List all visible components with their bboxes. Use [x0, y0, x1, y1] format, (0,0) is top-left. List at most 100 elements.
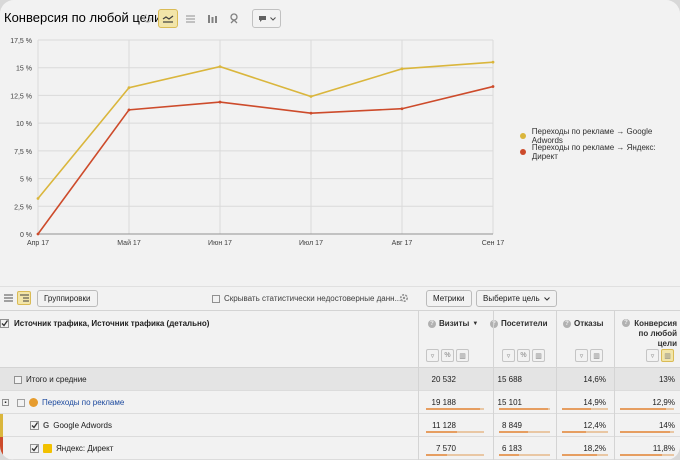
legend-item-google[interactable]: Переходы по рекламе → Google Adwords — [520, 127, 680, 145]
data-point — [400, 67, 404, 71]
chevron-down-icon — [269, 16, 276, 21]
conversion-bar — [620, 431, 674, 433]
bounces-bar — [562, 454, 608, 456]
cell-visits: 20 532 — [431, 375, 456, 384]
column-header-conversion[interactable]: ? Конверсия по любой цели — [622, 319, 678, 349]
legend-dot — [520, 133, 526, 139]
visitors-bar — [499, 431, 550, 433]
bar-chart-icon[interactable]: ▥ — [590, 349, 603, 362]
filter-icon[interactable]: ▿ — [646, 349, 659, 362]
select-all-checkbox-icon[interactable] — [0, 319, 9, 328]
cell-conversion: 13% — [658, 375, 675, 384]
hide-unreliable-checkbox[interactable]: Скрывать статистически недостоверные дан… — [212, 294, 401, 303]
column-label: Посетители — [501, 319, 548, 328]
divider — [418, 311, 419, 369]
help-icon: ? — [490, 319, 498, 328]
column-header-visitors[interactable]: ? Посетители — [490, 319, 548, 328]
conversion-bar — [620, 408, 674, 410]
metrics-button[interactable]: Метрики — [426, 290, 472, 307]
legend-item-direct[interactable]: Переходы по рекламе → Яндекс: Директ — [520, 143, 680, 161]
row-checkbox[interactable] — [14, 375, 22, 384]
filter-icon[interactable]: ▿ — [502, 349, 515, 362]
y-tick-label: 7,5 % — [14, 149, 32, 156]
hide-unreliable-label: Скрывать статистически недостоверные дан… — [224, 294, 402, 303]
help-icon: ? — [428, 319, 436, 328]
bar-chart-icon[interactable]: ▥ — [532, 349, 545, 362]
cell-bounces: 18,2% — [583, 444, 606, 453]
line-chart-icon[interactable] — [158, 9, 178, 28]
y-tick-label: 10 % — [16, 121, 32, 128]
legend-dot — [520, 149, 526, 155]
x-tick-label: Июн 17 — [208, 240, 232, 247]
bar-fill — [562, 408, 591, 410]
row-checkbox-checked-icon[interactable] — [30, 421, 39, 430]
map-icon[interactable] — [224, 9, 244, 28]
row-label[interactable]: Google Adwords — [53, 421, 112, 430]
tree-view-icon[interactable] — [17, 291, 31, 305]
conversion-column-tools: ▿ ▥ — [646, 349, 674, 362]
divider — [614, 311, 615, 369]
series-line-1 — [37, 85, 494, 235]
data-point — [309, 111, 313, 115]
percent-icon[interactable]: % — [517, 349, 530, 362]
bar-fill — [426, 408, 480, 410]
y-tick-label: 17,5 % — [10, 38, 32, 45]
bounces-column-tools: ▿ ▥ — [575, 349, 603, 362]
bar-fill — [499, 431, 528, 433]
data-point — [127, 108, 131, 112]
divider — [418, 368, 419, 460]
row-label[interactable]: Яндекс: Директ — [56, 444, 113, 453]
row-label-cell: Яндекс: Директ — [30, 444, 113, 453]
bar-chart-icon[interactable] — [202, 9, 222, 28]
cell-bounces: 12,4% — [583, 421, 606, 430]
filter-icon[interactable]: ▿ — [426, 349, 439, 362]
bar-fill — [620, 454, 663, 456]
legend-label: Переходы по рекламе → Яндекс: Директ — [531, 143, 656, 161]
row-label[interactable]: Переходы по рекламе — [42, 398, 124, 407]
cell-conversion: 11,8% — [652, 444, 675, 453]
chart-legend: Переходы по рекламе → Google Adwords Пер… — [520, 127, 680, 161]
percent-icon[interactable]: % — [441, 349, 454, 362]
bar-chart-icon[interactable]: ▥ — [661, 349, 674, 362]
filter-icon[interactable]: ▿ — [575, 349, 588, 362]
data-point — [400, 107, 404, 111]
sort-desc-icon: ▼ — [472, 320, 479, 327]
bar-fill — [426, 454, 448, 456]
cell-visits: 7 570 — [435, 444, 456, 453]
settings-icon[interactable] — [397, 291, 411, 305]
list-view-icon[interactable] — [1, 291, 15, 305]
bar-chart-icon[interactable]: ▥ — [456, 349, 469, 362]
visits-bar — [426, 431, 484, 433]
bar-fill — [620, 431, 671, 433]
table-row[interactable]: ▪ Переходы по рекламе 19 188 15 101 14,9… — [0, 391, 680, 414]
refresh-icon[interactable] — [137, 9, 157, 28]
column-label: Конверсия по любой цели — [634, 319, 677, 348]
groupings-button[interactable]: Группировки — [37, 290, 98, 307]
y-tick-label: 15 % — [16, 66, 32, 73]
table-row-total: Итого и средние 20 532 15 688 14,6% 13% — [0, 368, 680, 391]
collapse-toggle-icon[interactable]: ▪ — [2, 399, 9, 406]
row-checkbox[interactable] — [17, 398, 25, 407]
visits-column-tools: ▿ % ▥ — [426, 349, 469, 362]
data-point — [127, 86, 131, 90]
x-tick-label: Май 17 — [117, 239, 141, 247]
checkbox[interactable] — [212, 294, 220, 303]
choose-goal-button[interactable]: Выберите цель — [476, 290, 557, 307]
column-header-visits[interactable]: ? Визиты ▼ — [428, 319, 478, 328]
dimension-header[interactable]: Источник трафика, Источник трафика (дета… — [0, 319, 209, 328]
table-row[interactable]: G Google Adwords 11 128 8 849 12,4% 14% — [0, 414, 680, 437]
area-chart-icon[interactable] — [180, 9, 200, 28]
y-tick-label: 2,5 % — [14, 204, 32, 211]
column-label: Отказы — [574, 319, 604, 328]
column-header-bounces[interactable]: ? Отказы — [563, 319, 604, 328]
visitors-bar — [499, 408, 550, 410]
chat-icon[interactable] — [252, 9, 281, 28]
yandex-direct-icon — [43, 444, 52, 453]
data-point — [309, 95, 313, 98]
cell-visits: 19 188 — [431, 398, 456, 407]
row-checkbox-checked-icon[interactable] — [30, 444, 39, 453]
app-frame: Конверсия по любой цели 0 % 2,5 % 5 % 7,5 %… — [0, 0, 680, 460]
visits-bar — [426, 408, 484, 410]
bar-fill — [562, 431, 586, 433]
table-row[interactable]: Яндекс: Директ 7 570 6 183 18,2% 11,8% — [0, 437, 680, 460]
